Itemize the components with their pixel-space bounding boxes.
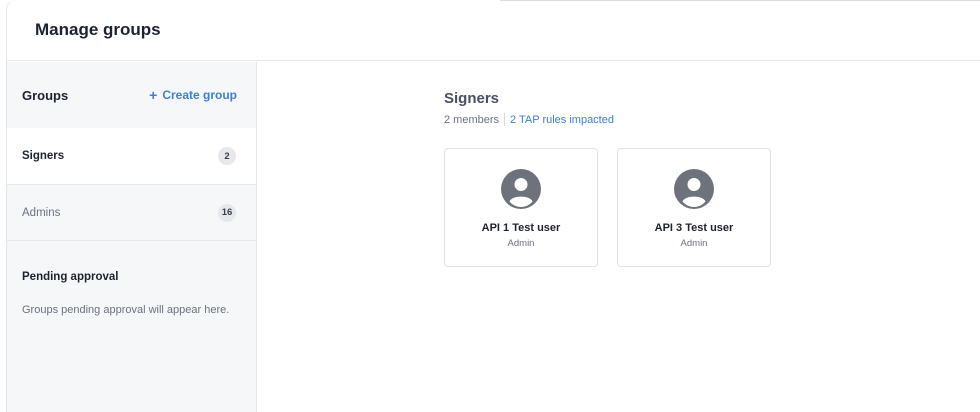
member-role: Admin	[507, 238, 535, 249]
group-name: Admins	[22, 206, 61, 219]
pending-approval-title: Pending approval	[22, 271, 119, 283]
meta-divider	[504, 113, 506, 126]
page-header: Manage groups	[7, 0, 980, 61]
create-group-button[interactable]: + Create group	[149, 87, 237, 103]
tap-rules-link[interactable]: 2 TAP rules impacted	[510, 114, 614, 126]
user-avatar-icon	[501, 169, 541, 209]
page-title: Manage groups	[35, 20, 161, 39]
member-count: 2 members	[444, 113, 500, 126]
sidebar-header: Groups + Create group	[7, 62, 256, 128]
group-detail-header: Signers 2 members 2 TAP rules impacted	[444, 90, 614, 126]
plus-icon: +	[149, 87, 158, 103]
pending-approval-section: Pending approval Groups pending approval…	[7, 240, 256, 316]
window-edge	[500, 0, 980, 1]
member-card[interactable]: API 3 Test user Admin	[617, 148, 771, 267]
pending-approval-text: Groups pending approval will appear here…	[22, 304, 230, 316]
sidebar-title: Groups	[22, 87, 69, 103]
member-card[interactable]: API 1 Test user Admin	[444, 148, 598, 267]
member-count-badge: 16	[218, 203, 236, 222]
create-group-label: Create group	[162, 88, 237, 102]
group-meta: 2 members 2 TAP rules impacted	[444, 113, 614, 126]
member-role: Admin	[680, 238, 708, 249]
group-title: Signers	[444, 90, 500, 107]
group-name: Signers	[22, 150, 65, 162]
member-cards: API 1 Test user Admin API 3 Test user Ad…	[444, 148, 771, 267]
member-count-badge: 2	[218, 147, 236, 165]
sidebar-item-signers[interactable]: Signers 2	[7, 128, 256, 184]
sidebar-item-admins[interactable]: Admins 16	[7, 184, 256, 240]
member-name: API 3 Test user	[654, 222, 734, 234]
user-avatar-icon	[674, 169, 714, 209]
member-name: API 1 Test user	[481, 222, 561, 234]
groups-sidebar: Groups + Create group Signers 2 Admins 1…	[7, 62, 257, 412]
